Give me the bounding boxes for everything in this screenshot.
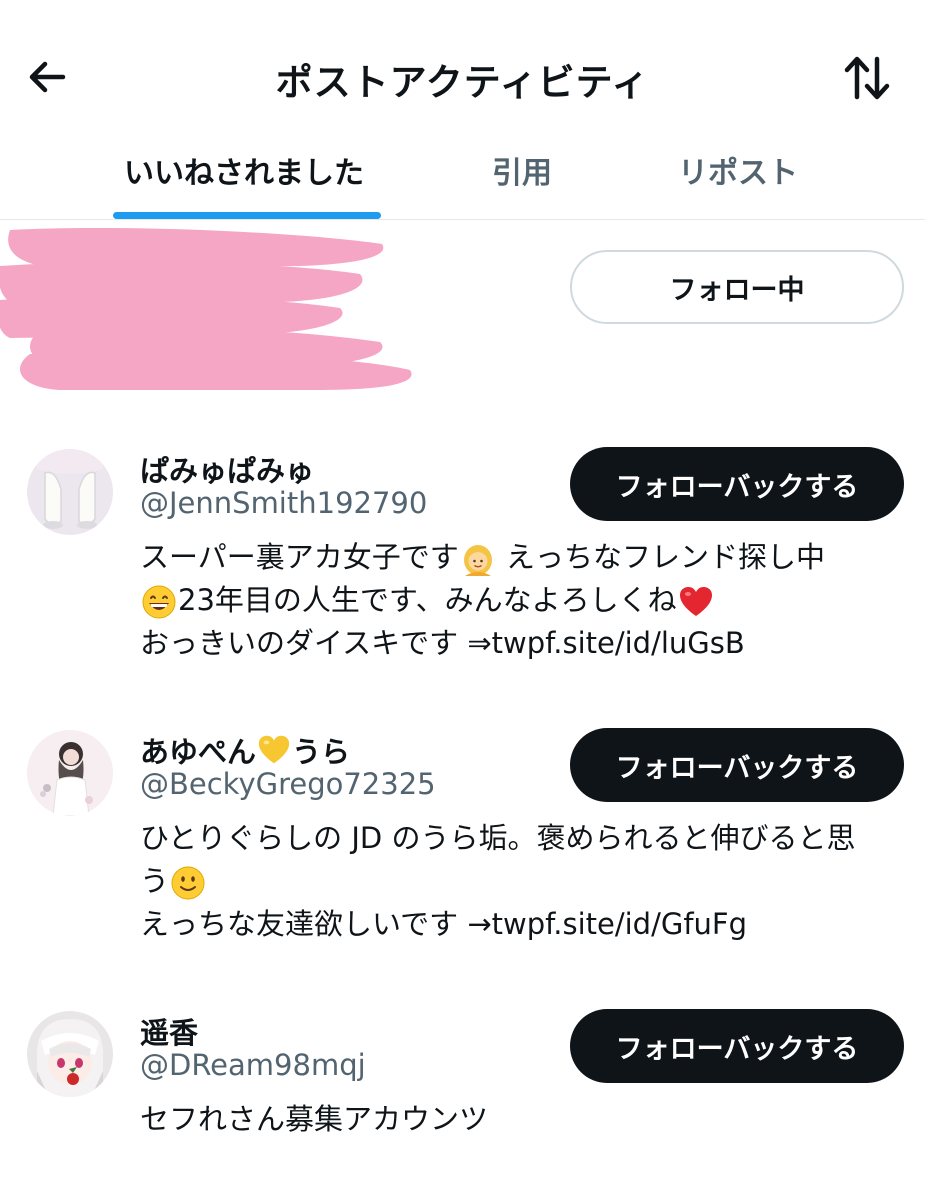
sort-arrows-icon <box>844 56 890 100</box>
user-handle: @BeckyGrego72325 <box>140 767 436 801</box>
user-handle: @DReam98mqj <box>140 1048 366 1082</box>
bio-line: 23年目の人生です、みんなよろしくね <box>140 579 910 622</box>
follow-back-button[interactable]: フォローバックする <box>570 728 904 802</box>
user-display-name: あゆぺん うら <box>140 729 350 771</box>
activity-tabs: いいねされました 引用 リポスト <box>0 140 925 220</box>
avatar[interactable] <box>27 1011 113 1097</box>
sort-button[interactable] <box>839 50 895 106</box>
following-button[interactable]: フォロー中 <box>570 250 904 324</box>
bio-line: セフれさん募集アカウンツ <box>140 1102 489 1136</box>
bio-line: えっちな友達欲しいです →twpf.site/id/GfuFg <box>140 907 747 941</box>
top-bar: ポストアクティビティ <box>0 0 925 140</box>
user-display-name: ぱみゅぱみゅ <box>140 454 315 488</box>
tab-quotes[interactable]: 引用 <box>492 148 552 192</box>
tab-likes[interactable]: いいねされました <box>124 148 364 192</box>
bio-line: ひとりぐらしの JD のうら垢。褒められると伸びると思 <box>140 821 856 855</box>
avatar[interactable] <box>27 730 113 816</box>
tab-reposts[interactable]: リポスト <box>678 148 798 192</box>
red-heart-emoji-icon <box>679 587 712 616</box>
woman-blond-emoji-icon <box>463 545 492 576</box>
bio-line: おっきいのダイスキです ⇒twpf.site/id/luGsB <box>140 626 745 660</box>
active-tab-indicator <box>113 212 381 219</box>
follow-back-button[interactable]: フォローバックする <box>570 447 904 521</box>
grinning-face-emoji-icon <box>142 585 176 619</box>
user-bio: スーパー裏アカ女子です えっちなフレンド探し中 23年目の人生です、みんなよろし… <box>140 536 910 665</box>
slightly-smiling-face-emoji-icon <box>171 866 205 900</box>
yellow-heart-emoji-icon <box>258 735 290 764</box>
avatar[interactable] <box>27 449 113 535</box>
redaction-scribble <box>0 227 412 390</box>
user-bio: ひとりぐらしの JD のうら垢。褒められると伸びると思 う えっちな友達欲しいで… <box>140 817 910 946</box>
follow-back-button[interactable]: フォローバックする <box>570 1009 904 1083</box>
bio-line: スーパー裏アカ女子です えっちなフレンド探し中 <box>140 536 910 579</box>
user-handle: @JennSmith192790 <box>140 486 428 520</box>
page-title: ポストアクティビティ <box>275 61 650 104</box>
bio-line: う <box>140 860 910 903</box>
user-display-name: 遥香 <box>140 1016 199 1050</box>
user-bio: セフれさん募集アカウンツ <box>140 1098 910 1141</box>
